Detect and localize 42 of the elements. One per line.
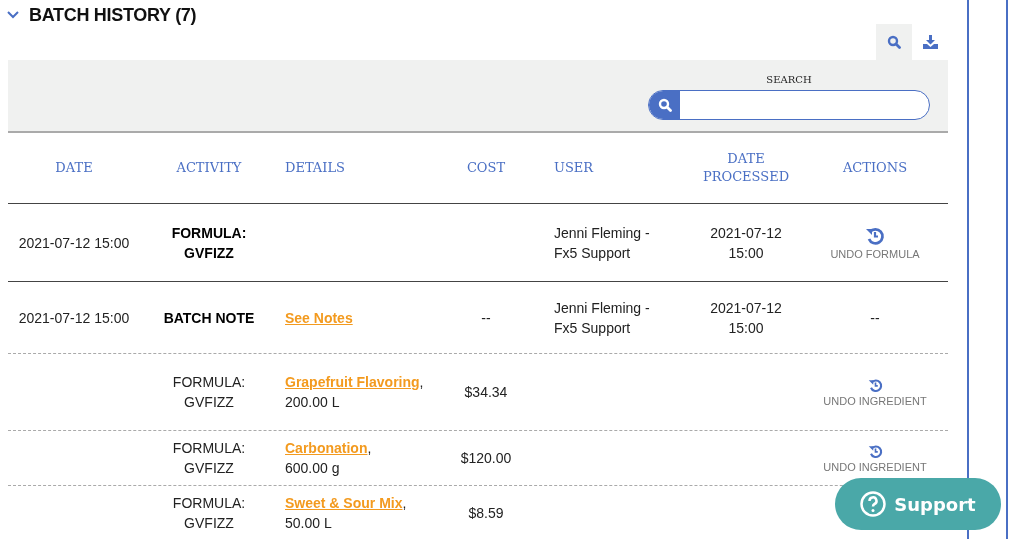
download-icon <box>922 35 938 49</box>
user-cell-text: Jenni Fleming - Fx5 Support <box>553 223 651 263</box>
undo-history-icon <box>867 377 883 393</box>
column-header[interactable]: COST <box>434 159 538 177</box>
actions-text: -- <box>870 308 880 328</box>
search-icon <box>887 35 901 49</box>
processed-cell-text: 2021-07-12 15:00 <box>709 223 783 263</box>
processed-cell-text: 2021-07-12 15:00 <box>709 298 783 338</box>
help-icon <box>860 491 887 517</box>
date-cell-text: 2021-07-12 15:00 <box>17 233 131 253</box>
ingredient-details: Sweet & Sour Mix, 50.00 L <box>284 494 408 533</box>
undo-button[interactable]: UNDO INGREDIENT <box>823 377 927 407</box>
column-header[interactable]: USER <box>538 159 690 177</box>
search-toggle-button[interactable] <box>876 24 912 60</box>
activity-text: FORMULA: GVFIZZ <box>170 223 248 263</box>
search-icon <box>657 98 672 112</box>
cost-cell-text: $120.00 <box>459 449 513 468</box>
date-cell-text: 2021-07-12 15:00 <box>17 308 131 328</box>
ingredient-details: Carbonation, 600.00 g <box>284 439 373 478</box>
activity-text: FORMULA: GVFIZZ <box>171 373 247 412</box>
activity-text: BATCH NOTE <box>162 308 256 328</box>
undo-history-icon <box>865 225 885 246</box>
activity-text: FORMULA: GVFIZZ <box>171 494 247 533</box>
cost-cell-text: -- <box>480 308 492 328</box>
cost-cell-text: $8.59 <box>467 504 505 523</box>
undo-history-icon <box>867 443 883 459</box>
column-header[interactable]: ACTIONS <box>802 159 948 177</box>
undo-button[interactable]: UNDO INGREDIENT <box>823 443 927 473</box>
ingredient-details: Grapefruit Flavoring, 200.00 L <box>284 373 425 412</box>
support-button[interactable]: Support <box>835 478 1001 530</box>
search-label: SEARCH <box>766 74 812 85</box>
search-field[interactable] <box>648 90 930 120</box>
user-cell-text: Jenni Fleming - Fx5 Support <box>553 298 651 338</box>
activity-text: FORMULA: GVFIZZ <box>171 439 247 478</box>
column-header[interactable]: DATE <box>8 159 140 177</box>
section-title: BATCH HISTORY (7) <box>29 4 197 26</box>
chevron-down-icon[interactable] <box>7 11 19 19</box>
column-header[interactable]: DATE PROCESSED <box>690 150 802 186</box>
undo-button[interactable]: UNDO FORMULA <box>830 225 920 260</box>
column-header[interactable]: ACTIVITY <box>140 159 278 177</box>
column-header[interactable]: DETAILS <box>278 159 434 177</box>
cost-cell-text: $34.34 <box>463 383 509 402</box>
